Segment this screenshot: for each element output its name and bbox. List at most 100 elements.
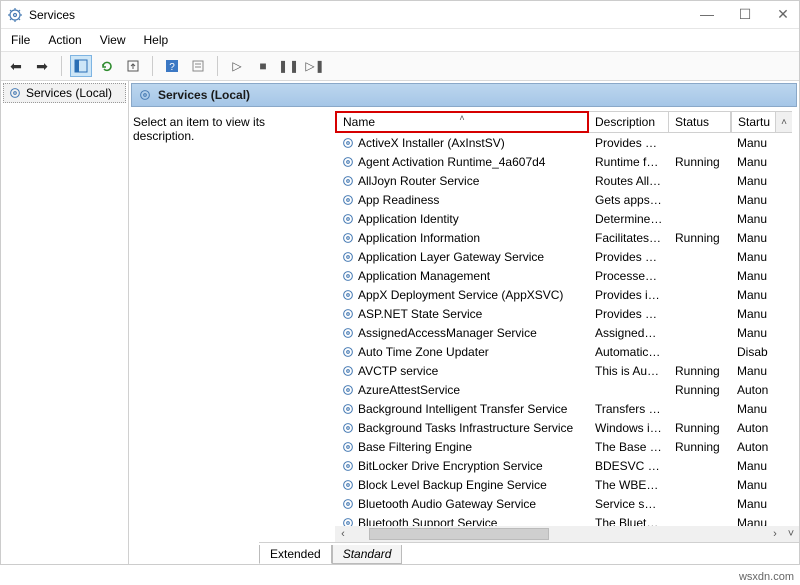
nav-services-local[interactable]: Services (Local) <box>3 83 126 103</box>
service-name-cell: BitLocker Drive Encryption Service <box>335 459 589 473</box>
service-row[interactable]: App ReadinessGets apps re...Manu <box>335 190 799 209</box>
gear-icon <box>341 212 355 226</box>
gear-icon <box>341 497 355 511</box>
stop-service-button[interactable]: ■ <box>252 55 274 77</box>
service-name: Bluetooth Audio Gateway Service <box>358 497 536 511</box>
horizontal-scrollbar[interactable]: ‹ › ˅ <box>335 526 799 542</box>
scroll-down-icon: ˅ <box>783 528 799 540</box>
toolbar-separator <box>61 56 62 76</box>
service-row[interactable]: Bluetooth Support ServiceThe Bluetoo...M… <box>335 513 799 526</box>
service-description-cell: Determines ... <box>589 212 669 226</box>
maximize-button[interactable]: ☐ <box>735 6 755 23</box>
gear-icon <box>341 231 355 245</box>
service-startup-cell: Auton <box>731 440 776 454</box>
service-row[interactable]: ActiveX Installer (AxInstSV)Provides Us.… <box>335 133 799 152</box>
tab-standard[interactable]: Standard <box>332 545 403 564</box>
service-name: Application Management <box>358 269 490 283</box>
service-startup-cell: Manu <box>731 326 776 340</box>
properties-button[interactable] <box>187 55 209 77</box>
service-name-cell: AVCTP service <box>335 364 589 378</box>
menu-help[interactable]: Help <box>144 33 169 47</box>
service-row[interactable]: AssignedAccessManager ServiceAssignedAc.… <box>335 323 799 342</box>
forward-button[interactable]: ➡ <box>31 55 53 77</box>
service-row[interactable]: Application Layer Gateway ServiceProvide… <box>335 247 799 266</box>
start-service-button[interactable]: ▷ <box>226 55 248 77</box>
pause-service-button[interactable]: ❚❚ <box>278 55 300 77</box>
export-button[interactable] <box>122 55 144 77</box>
scrollbar-thumb[interactable] <box>369 528 549 540</box>
service-row[interactable]: Bluetooth Audio Gateway ServiceService s… <box>335 494 799 513</box>
service-name: Block Level Backup Engine Service <box>358 478 547 492</box>
service-row[interactable]: AzureAttestServiceRunningAuton <box>335 380 799 399</box>
column-startup[interactable]: Startu <box>731 111 776 133</box>
show-hide-tree-button[interactable] <box>70 55 92 77</box>
titlebar: Services — ☐ ✕ <box>1 1 799 29</box>
column-name[interactable]: ˄ Name <box>335 111 589 133</box>
service-name: AzureAttestService <box>358 383 460 397</box>
menu-view[interactable]: View <box>100 33 126 47</box>
service-name-cell: ActiveX Installer (AxInstSV) <box>335 136 589 150</box>
toolbar: ⬅ ➡ ? ▷ ■ ❚❚ ▷❚ <box>1 51 799 81</box>
service-name-cell: Application Information <box>335 231 589 245</box>
service-name: Application Identity <box>358 212 459 226</box>
window-controls: — ☐ ✕ <box>697 6 793 23</box>
gear-icon <box>341 326 355 340</box>
gear-icon <box>341 478 355 492</box>
service-name-cell: ASP.NET State Service <box>335 307 589 321</box>
gear-icon <box>341 269 355 283</box>
column-description[interactable]: Description <box>589 111 669 133</box>
scroll-right-icon: › <box>767 528 783 540</box>
help-button[interactable]: ? <box>161 55 183 77</box>
service-row[interactable]: AppX Deployment Service (AppXSVC)Provide… <box>335 285 799 304</box>
gear-icon <box>341 402 355 416</box>
help-icon: ? <box>165 59 179 73</box>
service-row[interactable]: Application InformationFacilitates t...R… <box>335 228 799 247</box>
service-row[interactable]: AllJoyn Router ServiceRoutes AllJo...Man… <box>335 171 799 190</box>
description-pane: Select an item to view its description. <box>133 111 335 542</box>
service-description-cell: Routes AllJo... <box>589 174 669 188</box>
service-name-cell: Application Identity <box>335 212 589 226</box>
service-name: Agent Activation Runtime_4a607d4 <box>358 155 545 169</box>
service-row[interactable]: ASP.NET State ServiceProvides su...Manu <box>335 304 799 323</box>
service-startup-cell: Manu <box>731 288 776 302</box>
scroll-up-button[interactable]: ˄ <box>776 111 792 133</box>
gear-icon <box>138 88 152 102</box>
service-startup-cell: Manu <box>731 364 776 378</box>
service-row[interactable]: Background Intelligent Transfer ServiceT… <box>335 399 799 418</box>
service-description-cell: Automatica... <box>589 345 669 359</box>
service-description-cell: Processes in... <box>589 269 669 283</box>
column-status[interactable]: Status <box>669 111 731 133</box>
minimize-button[interactable]: — <box>697 6 717 23</box>
refresh-button[interactable] <box>96 55 118 77</box>
pause-icon: ❚❚ <box>278 59 300 73</box>
view-tabs: Extended Standard <box>259 542 799 564</box>
service-description-cell: Gets apps re... <box>589 193 669 207</box>
service-row[interactable]: Background Tasks Infrastructure ServiceW… <box>335 418 799 437</box>
service-row[interactable]: Application IdentityDetermines ...Manu <box>335 209 799 228</box>
restart-icon: ▷❚ <box>305 59 324 73</box>
service-name: App Readiness <box>358 193 439 207</box>
service-row[interactable]: Base Filtering EngineThe Base Fil...Runn… <box>335 437 799 456</box>
service-row[interactable]: Application ManagementProcesses in...Man… <box>335 266 799 285</box>
service-row[interactable]: Auto Time Zone UpdaterAutomatica...Disab <box>335 342 799 361</box>
service-startup-cell: Manu <box>731 174 776 188</box>
service-row[interactable]: AVCTP serviceThis is Audi...RunningManu <box>335 361 799 380</box>
column-startup-label: Startu <box>738 115 770 129</box>
restart-service-button[interactable]: ▷❚ <box>304 55 326 77</box>
menu-action[interactable]: Action <box>48 33 81 47</box>
gear-icon <box>341 516 355 527</box>
service-row[interactable]: Block Level Backup Engine ServiceThe WBE… <box>335 475 799 494</box>
watermark: wsxdn.com <box>739 571 794 583</box>
back-button[interactable]: ⬅ <box>5 55 27 77</box>
service-description-cell: AssignedAc... <box>589 326 669 340</box>
service-description-cell: Provides Us... <box>589 136 669 150</box>
service-name-cell: Auto Time Zone Updater <box>335 345 589 359</box>
main-pane: Services (Local) Select an item to view … <box>129 81 799 564</box>
close-button[interactable]: ✕ <box>773 6 793 23</box>
service-name: Base Filtering Engine <box>358 440 472 454</box>
refresh-icon <box>100 59 114 73</box>
service-row[interactable]: BitLocker Drive Encryption ServiceBDESVC… <box>335 456 799 475</box>
service-row[interactable]: Agent Activation Runtime_4a607d4Runtime … <box>335 152 799 171</box>
menu-file[interactable]: File <box>11 33 30 47</box>
tab-extended[interactable]: Extended <box>259 545 332 564</box>
